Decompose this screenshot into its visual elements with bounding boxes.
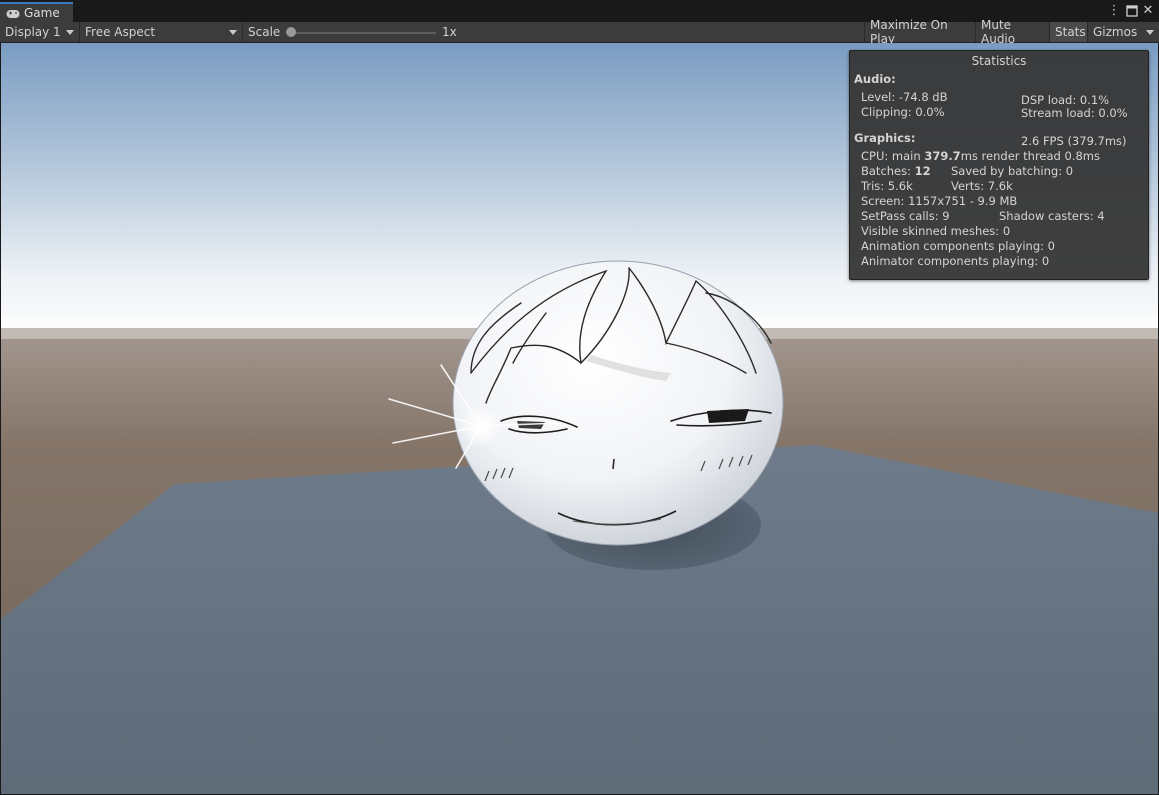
stats-animation-components: Animation components playing: 0: [861, 239, 1055, 253]
stats-tris: Tris: 5.6k: [861, 179, 913, 193]
stats-label: Stats: [1055, 25, 1086, 39]
stats-animator-components: Animator components playing: 0: [861, 254, 1050, 268]
stats-button[interactable]: Stats: [1050, 22, 1088, 42]
tab-game[interactable]: Game: [0, 2, 73, 22]
stats-stream-load: Stream load: 0.0%: [1021, 106, 1128, 120]
stats-cpu: CPU: main 379.7ms render thread 0.8ms: [861, 149, 1100, 163]
stats-dsp-load: DSP load: 0.1%: [1021, 93, 1110, 107]
scale-slider-track[interactable]: [290, 32, 436, 34]
gamepad-icon: [6, 8, 20, 18]
maximize-on-play-label: Maximize On Play: [870, 18, 948, 46]
gizmos-label: Gizmos: [1093, 25, 1138, 39]
stats-visible-skinned: Visible skinned meshes: 0: [861, 224, 1011, 238]
close-icon[interactable]: ✕: [1141, 3, 1155, 19]
stats-batches: Batches: 12: [861, 164, 931, 178]
stats-shadow-casters: Shadow casters: 4: [999, 209, 1105, 223]
scale-slider-thumb[interactable]: [286, 27, 296, 37]
game-viewport[interactable]: Statistics Audio: Level: -74.8 dB Clippi…: [1, 43, 1158, 794]
tab-game-label: Game: [24, 6, 60, 20]
chevron-down-icon: [1146, 30, 1154, 35]
stats-setpass: SetPass calls: 9: [861, 209, 950, 223]
display-dropdown-label: Display 1: [5, 25, 61, 39]
gizmos-dropdown[interactable]: Gizmos: [1088, 22, 1159, 42]
stats-cpu-main-value: 379.7: [924, 149, 961, 163]
stats-batches-prefix: Batches:: [861, 164, 915, 178]
stats-saved-by-batching: Saved by batching: 0: [951, 164, 1074, 178]
chevron-down-icon: [66, 30, 74, 35]
stats-audio-clipping: Clipping: 0.0%: [861, 105, 945, 119]
stats-verts: Verts: 7.6k: [951, 179, 1013, 193]
stats-cpu-suffix: ms render thread 0.8ms: [960, 149, 1100, 163]
stats-batches-value: 12: [914, 164, 931, 178]
more-vert-icon[interactable]: ⋮: [1107, 3, 1121, 19]
stats-screen: Screen: 1157x751 - 9.9 MB: [861, 194, 1018, 208]
stats-audio-heading: Audio:: [854, 72, 896, 86]
scale-value-text: 1x: [442, 25, 457, 39]
display-dropdown[interactable]: Display 1: [0, 22, 80, 42]
aspect-dropdown[interactable]: Free Aspect: [80, 22, 243, 42]
scale-label-text: Scale: [248, 25, 281, 39]
stats-title: Statistics: [971, 54, 1027, 68]
statistics-panel: Statistics Audio: Level: -74.8 dB Clippi…: [849, 50, 1149, 280]
maximize-icon[interactable]: [1125, 3, 1139, 19]
maximize-on-play-button[interactable]: Maximize On Play: [864, 18, 976, 46]
mute-audio-button[interactable]: Mute Audio: [976, 18, 1050, 46]
chevron-down-icon: [229, 30, 237, 35]
stats-fps: 2.6 FPS (379.7ms): [1021, 134, 1127, 148]
stats-cpu-prefix: CPU: main: [861, 149, 925, 163]
scale-value: 1x: [437, 22, 467, 42]
scale-label: Scale: [243, 22, 281, 42]
aspect-dropdown-label: Free Aspect: [85, 25, 156, 39]
game-toolbar: Display 1 Free Aspect Scale 1x Maximize …: [0, 18, 1159, 46]
stats-audio-level: Level: -74.8 dB: [861, 90, 948, 104]
mute-audio-label: Mute Audio: [981, 18, 1016, 46]
stats-graphics-heading: Graphics:: [854, 131, 916, 145]
